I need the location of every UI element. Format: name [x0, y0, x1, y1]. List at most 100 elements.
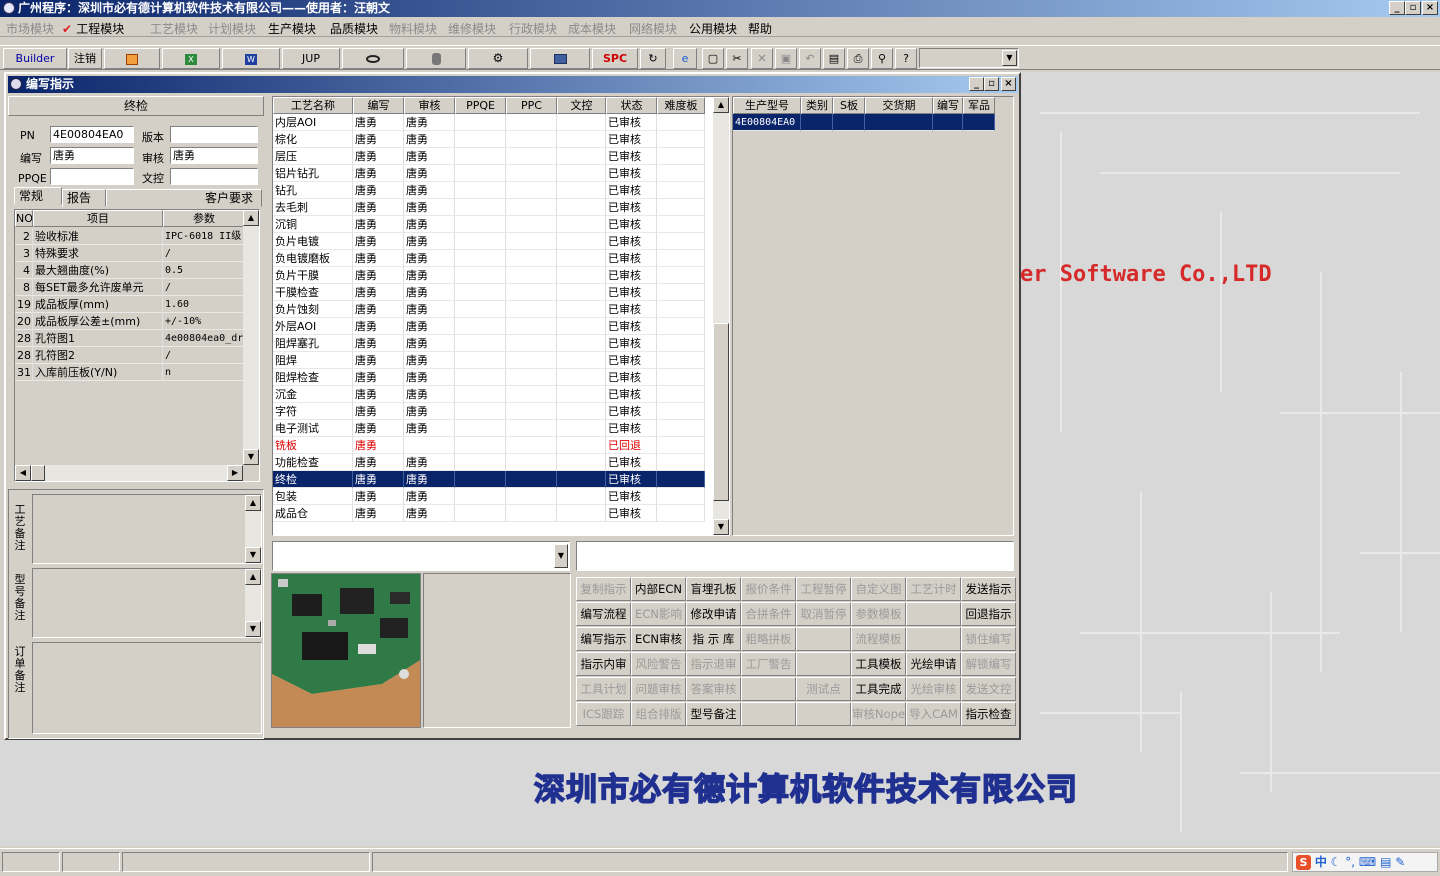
- keyboard-icon[interactable]: ⌨: [1359, 855, 1376, 869]
- tab-customer-requirements[interactable]: 客户要求: [106, 189, 262, 207]
- find-icon[interactable]: ⚲: [871, 48, 893, 69]
- process-row[interactable]: 干膜检查 唐勇 唐勇 已审核: [273, 284, 705, 301]
- action-button-r1-c4[interactable]: 取消暂停: [796, 602, 851, 626]
- process-row[interactable]: 阻焊 唐勇 唐勇 已审核: [273, 352, 705, 369]
- menu-item-1[interactable]: ✔ 工程模块: [62, 20, 124, 37]
- logout-button[interactable]: 注销: [68, 48, 102, 69]
- undo-icon[interactable]: ↶: [799, 48, 821, 69]
- tab-general[interactable]: 常规: [14, 187, 62, 205]
- model-header-0[interactable]: 生产型号: [733, 97, 801, 114]
- process-header-3[interactable]: PPQE: [455, 97, 506, 114]
- action-button-r5-c2[interactable]: 型号备注: [686, 702, 741, 726]
- action-button-r0-c4[interactable]: 工程暂停: [796, 577, 851, 601]
- action-button-r2-c4[interactable]: [796, 627, 851, 651]
- param-vscrollbar[interactable]: ▲ ▼: [243, 210, 259, 465]
- process-row[interactable]: 负电镀磨板 唐勇 唐勇 已审核: [273, 250, 705, 267]
- chevron-down-icon[interactable]: ▼: [554, 544, 568, 568]
- process-row[interactable]: 去毛刺 唐勇 唐勇 已审核: [273, 199, 705, 216]
- doc-control-field[interactable]: [170, 168, 258, 185]
- table-row[interactable]: 2 验收标准 IPC-6018 II级: [15, 228, 245, 245]
- process-row[interactable]: 包装 唐勇 唐勇 已审核: [273, 488, 705, 505]
- action-button-r4-c3[interactable]: [741, 677, 796, 701]
- model-header-5[interactable]: 军品: [963, 97, 995, 114]
- auditor-field[interactable]: 唐勇: [170, 147, 258, 164]
- action-button-r4-c7[interactable]: 发送文控: [961, 677, 1016, 701]
- action-button-r4-c1[interactable]: 问题审核: [631, 677, 686, 701]
- scroll-up-icon[interactable]: ▲: [245, 495, 261, 511]
- action-button-r3-c4[interactable]: [796, 652, 851, 676]
- writer-field[interactable]: 唐勇: [50, 147, 134, 164]
- action-button-r5-c3[interactable]: [741, 702, 796, 726]
- model-notes-scrollbar[interactable]: ▲ ▼: [245, 569, 261, 637]
- menu-item-4[interactable]: 生产模块: [268, 20, 316, 37]
- menu-item-0[interactable]: 市场模块: [6, 20, 54, 37]
- process-header-7[interactable]: 难度板: [657, 97, 705, 114]
- action-button-r5-c1[interactable]: 组合排版: [631, 702, 686, 726]
- restore-button[interactable]: ▫: [1405, 1, 1421, 15]
- action-button-r1-c6[interactable]: [906, 602, 961, 626]
- action-button-r0-c2[interactable]: 盲埋孔板: [686, 577, 741, 601]
- action-button-r1-c3[interactable]: 合拼条件: [741, 602, 796, 626]
- scroll-down-icon[interactable]: ▼: [713, 519, 729, 535]
- scroll-up-icon[interactable]: ▲: [713, 97, 729, 113]
- eye-icon[interactable]: [342, 48, 404, 69]
- process-row[interactable]: 阻焊检查 唐勇 唐勇 已审核: [273, 369, 705, 386]
- chevron-down-icon[interactable]: ▼: [1002, 50, 1017, 66]
- child-minimize-button[interactable]: _: [969, 77, 984, 91]
- process-row[interactable]: 负片电镀 唐勇 唐勇 已审核: [273, 233, 705, 250]
- action-button-r3-c2[interactable]: 指示退审: [686, 652, 741, 676]
- menu-item-5[interactable]: 品质模块: [330, 20, 378, 37]
- process-row[interactable]: 钻孔 唐勇 唐勇 已审核: [273, 182, 705, 199]
- process-row[interactable]: 沉金 唐勇 唐勇 已审核: [273, 386, 705, 403]
- tab-report[interactable]: 报告: [62, 189, 106, 207]
- action-button-r0-c6[interactable]: 工艺计时: [906, 577, 961, 601]
- powerpoint-icon[interactable]: [104, 48, 160, 69]
- process-header-6[interactable]: 状态: [606, 97, 657, 114]
- process-header-5[interactable]: 文控: [557, 97, 606, 114]
- process-row[interactable]: 负片干膜 唐勇 唐勇 已审核: [273, 267, 705, 284]
- preview-icon[interactable]: ▤: [823, 48, 845, 69]
- action-button-r5-c6[interactable]: 导入CAM: [906, 702, 961, 726]
- builder-button[interactable]: Builder: [3, 48, 67, 69]
- menu-item-9[interactable]: 成本模块: [568, 20, 616, 37]
- spc-button[interactable]: SPC: [592, 48, 638, 69]
- table-row[interactable]: 8 每SET最多允许废单元 /: [15, 279, 245, 296]
- close-button[interactable]: ×: [1422, 1, 1438, 15]
- sogou-icon[interactable]: S: [1296, 855, 1311, 870]
- table-row[interactable]: 20 成品板厚公差±(mm) +/-10%: [15, 313, 245, 330]
- table-row[interactable]: 4 最大翘曲度(%) 0.5: [15, 262, 245, 279]
- process-row[interactable]: 功能检查 唐勇 唐勇 已审核: [273, 454, 705, 471]
- process-row[interactable]: 负片蚀刻 唐勇 唐勇 已审核: [273, 301, 705, 318]
- menu-item-12[interactable]: 帮助: [748, 20, 772, 37]
- model-row[interactable]: 4E00804EA0: [733, 114, 995, 131]
- pn-field[interactable]: 4E00804EA0: [50, 126, 134, 143]
- ime-mode[interactable]: 中: [1315, 855, 1327, 869]
- scroll-down-icon[interactable]: ▼: [245, 621, 261, 637]
- action-button-r1-c5[interactable]: 参数模板: [851, 602, 906, 626]
- model-header-4[interactable]: 编写: [933, 97, 963, 114]
- scroll-thumb[interactable]: [31, 465, 45, 481]
- process-row[interactable]: 字符 唐勇 唐勇 已审核: [273, 403, 705, 420]
- excel-icon[interactable]: X: [162, 48, 220, 69]
- child-restore-button[interactable]: ▫: [984, 77, 999, 91]
- skin-icon[interactable]: ▤: [1380, 855, 1391, 869]
- process-row[interactable]: 棕化 唐勇 唐勇 已审核: [273, 131, 705, 148]
- process-notes-field[interactable]: ▲ ▼: [32, 494, 262, 564]
- menu-item-7[interactable]: 维修模块: [448, 20, 496, 37]
- new-doc-icon[interactable]: ▢: [702, 48, 724, 69]
- action-button-r3-c1[interactable]: 风险警告: [631, 652, 686, 676]
- process-combo[interactable]: ▼: [272, 541, 570, 571]
- action-button-r1-c1[interactable]: ECN影响: [631, 602, 686, 626]
- process-row[interactable]: 终检 唐勇 唐勇 已审核: [273, 471, 705, 488]
- table-row[interactable]: 31 入库前压板(Y/N) n: [15, 364, 245, 381]
- action-button-r4-c4[interactable]: 测试点: [796, 677, 851, 701]
- child-close-button[interactable]: ×: [1001, 77, 1016, 91]
- menu-item-11[interactable]: 公用模块: [689, 20, 737, 37]
- action-button-r5-c5[interactable]: 审核Nope: [851, 702, 906, 726]
- save-icon[interactable]: ▣: [775, 48, 797, 69]
- database-icon[interactable]: [406, 48, 466, 69]
- model-notes-field[interactable]: ▲ ▼: [32, 568, 262, 638]
- action-button-r2-c3[interactable]: 粗略拼板: [741, 627, 796, 651]
- action-button-r0-c1[interactable]: 内部ECN: [631, 577, 686, 601]
- process-row[interactable]: 阻焊塞孔 唐勇 唐勇 已审核: [273, 335, 705, 352]
